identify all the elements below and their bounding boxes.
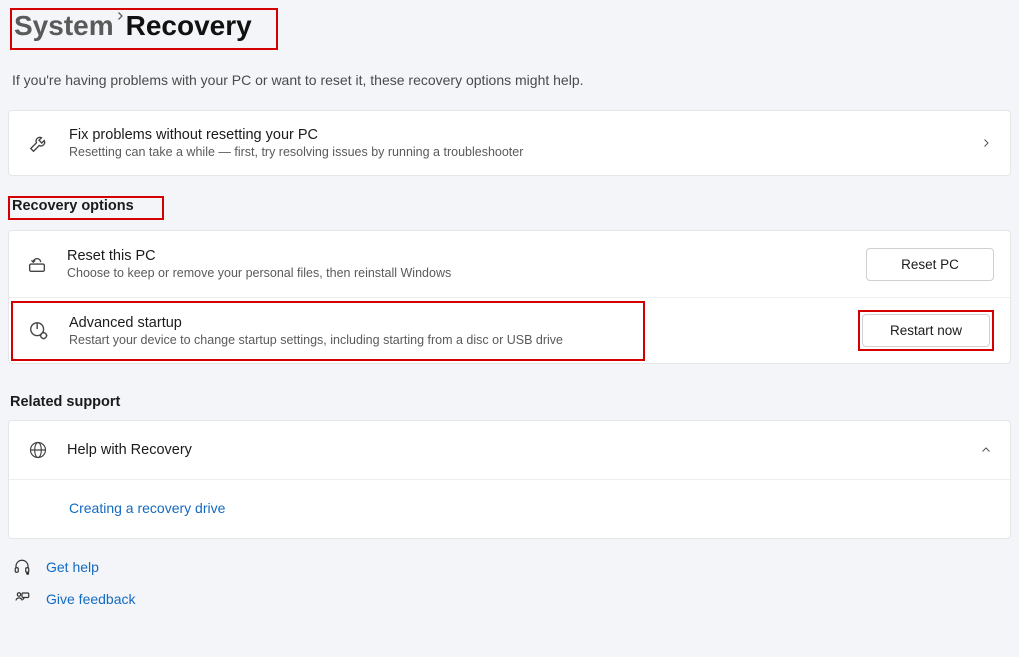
troubleshooter-desc: Resetting can take a while — first, try … — [69, 145, 970, 159]
breadcrumb: System Recovery — [8, 0, 1011, 54]
troubleshooter-body: Fix problems without resetting your PC R… — [69, 127, 970, 159]
advanced-startup-row: Advanced startup Restart your device to … — [9, 297, 1010, 363]
highlight-advanced-startup: Advanced startup Restart your device to … — [11, 301, 645, 361]
wrench-icon — [27, 131, 51, 155]
help-with-recovery-title: Help with Recovery — [67, 442, 980, 458]
restart-now-button[interactable]: Restart now — [862, 314, 990, 347]
reset-pc-row: Reset this PC Choose to keep or remove y… — [9, 231, 1010, 297]
reset-pc-button[interactable]: Reset PC — [866, 248, 994, 281]
highlight-recovery-options: Recovery options — [8, 196, 164, 220]
advanced-startup-body: Advanced startup Restart your device to … — [69, 315, 563, 347]
page-subtitle: If you're having problems with your PC o… — [8, 54, 1011, 110]
help-with-recovery-header[interactable]: Help with Recovery — [9, 421, 1010, 479]
help-body: Creating a recovery drive — [9, 479, 1010, 538]
breadcrumb-current: Recovery — [126, 10, 252, 42]
link-creating-recovery-drive[interactable]: Creating a recovery drive — [69, 500, 225, 516]
reset-pc-desc: Choose to keep or remove your personal f… — [67, 266, 866, 280]
help-card: Help with Recovery Creating a recovery d… — [8, 420, 1011, 539]
advanced-startup-title: Advanced startup — [69, 315, 563, 331]
headset-icon — [12, 557, 32, 577]
globe-icon — [27, 439, 49, 461]
section-recovery-options: Recovery options — [10, 196, 1011, 220]
troubleshooter-title: Fix problems without resetting your PC — [69, 127, 970, 143]
reset-pc-title: Reset this PC — [67, 248, 866, 264]
chevron-right-icon — [114, 10, 126, 42]
section-related-support: Related support — [10, 394, 1011, 410]
troubleshooter-card[interactable]: Fix problems without resetting your PC R… — [8, 110, 1011, 176]
highlight-breadcrumb: System Recovery — [10, 8, 278, 50]
reset-icon — [25, 252, 49, 276]
footer-links: Get help Give feedback — [8, 557, 1011, 609]
give-feedback-row[interactable]: Give feedback — [12, 589, 1011, 609]
feedback-icon — [12, 589, 32, 609]
highlight-restart-button: Restart now — [858, 310, 994, 351]
chevron-right-icon — [980, 137, 992, 149]
recovery-options-group: Reset this PC Choose to keep or remove y… — [8, 230, 1011, 364]
give-feedback-link[interactable]: Give feedback — [46, 591, 136, 607]
advanced-startup-desc: Restart your device to change startup se… — [69, 333, 563, 347]
get-help-link[interactable]: Get help — [46, 559, 99, 575]
breadcrumb-parent[interactable]: System — [14, 10, 114, 42]
get-help-row[interactable]: Get help — [12, 557, 1011, 577]
reset-pc-body: Reset this PC Choose to keep or remove y… — [67, 248, 866, 280]
power-settings-icon — [27, 319, 51, 343]
chevron-up-icon — [980, 444, 992, 456]
